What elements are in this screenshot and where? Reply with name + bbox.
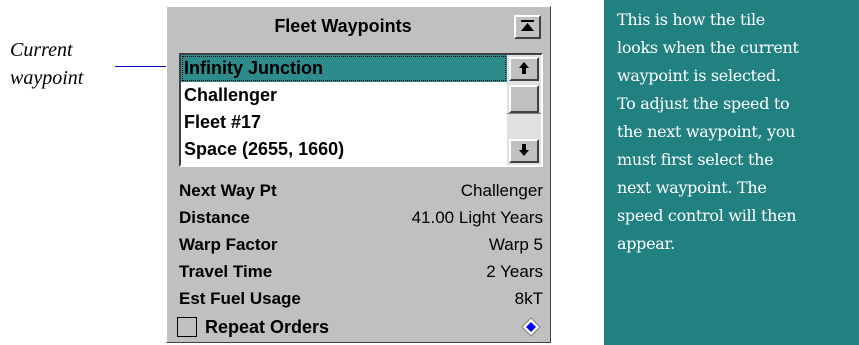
- stat-row: Distance 41.00 Light Years: [179, 204, 543, 231]
- tile-titlebar: Fleet Waypoints: [173, 13, 545, 43]
- waypoint-scrollbar[interactable]: [507, 55, 541, 165]
- collapse-button[interactable]: [514, 15, 541, 39]
- stat-label: Warp Factor: [179, 235, 278, 254]
- scroll-up-button[interactable]: [509, 57, 539, 81]
- scroll-track-divider: [507, 113, 541, 114]
- callout-line-1: Current: [10, 39, 73, 61]
- arrow-down-icon: [519, 144, 529, 158]
- waypoint-items: Infinity Junction Challenger Fleet #17 Spac…: [181, 55, 507, 163]
- arrow-up-icon: [519, 62, 529, 76]
- waypoint-list-item[interactable]: Space (2655, 1660): [181, 136, 507, 163]
- waypoint-list-item[interactable]: Infinity Junction: [181, 55, 507, 82]
- info-text-line: appear.: [617, 234, 675, 253]
- waypoint-list-item[interactable]: Fleet #17: [181, 109, 507, 136]
- stat-value: Warp 5: [488, 235, 543, 254]
- info-panel: This is how the tile looks when the curre…: [604, 0, 859, 345]
- info-text-line: waypoint is selected.: [617, 66, 781, 85]
- current-waypoint-callout: Current waypoint: [10, 36, 83, 92]
- callout-line-2: waypoint: [10, 67, 84, 89]
- waypoint-list-item[interactable]: Challenger: [181, 82, 507, 109]
- repeat-orders-row: Repeat Orders: [177, 314, 543, 340]
- stat-row: Warp Factor Warp 5: [179, 231, 543, 258]
- stat-row: Est Fuel Usage 8kT: [179, 285, 543, 312]
- stat-label: Travel Time: [179, 262, 273, 281]
- collapse-up-icon: [521, 20, 534, 34]
- info-text-line: To adjust the speed to: [617, 94, 790, 113]
- info-text-line: must first select the: [617, 150, 774, 169]
- stat-value: 41.00 Light Years: [411, 208, 543, 227]
- stat-row: Travel Time 2 Years: [179, 258, 543, 285]
- tile-title: Fleet Waypoints: [274, 16, 412, 36]
- info-text-line: This is how the tile: [617, 10, 765, 29]
- repeat-orders-label: Repeat Orders: [205, 316, 330, 337]
- waypoint-stats: Next Way Pt Challenger Distance 41.00 Light…: [179, 177, 543, 312]
- stat-label: Distance: [179, 208, 250, 227]
- repeat-orders-checkbox[interactable]: [177, 317, 197, 337]
- speed-diamond-icon[interactable]: [521, 317, 541, 337]
- stat-value: 8kT: [514, 289, 543, 308]
- stat-value: Challenger: [460, 181, 543, 200]
- fleet-waypoints-tile: Fleet Waypoints Infinity Junction Challen…: [166, 6, 551, 343]
- stat-row: Next Way Pt Challenger: [179, 177, 543, 204]
- waypoint-list[interactable]: Infinity Junction Challenger Fleet #17 Spac…: [179, 53, 543, 167]
- info-text-line: speed control will then: [617, 206, 797, 225]
- scroll-thumb[interactable]: [509, 85, 539, 113]
- info-text-line: next waypoint. The: [617, 178, 767, 197]
- info-text-line: the next waypoint, you: [617, 122, 796, 141]
- stat-label: Est Fuel Usage: [179, 289, 301, 308]
- stat-label: Next Way Pt: [179, 181, 277, 200]
- info-text-line: looks when the current: [617, 38, 799, 57]
- scroll-down-button[interactable]: [509, 139, 539, 163]
- stat-value: 2 Years: [486, 262, 543, 281]
